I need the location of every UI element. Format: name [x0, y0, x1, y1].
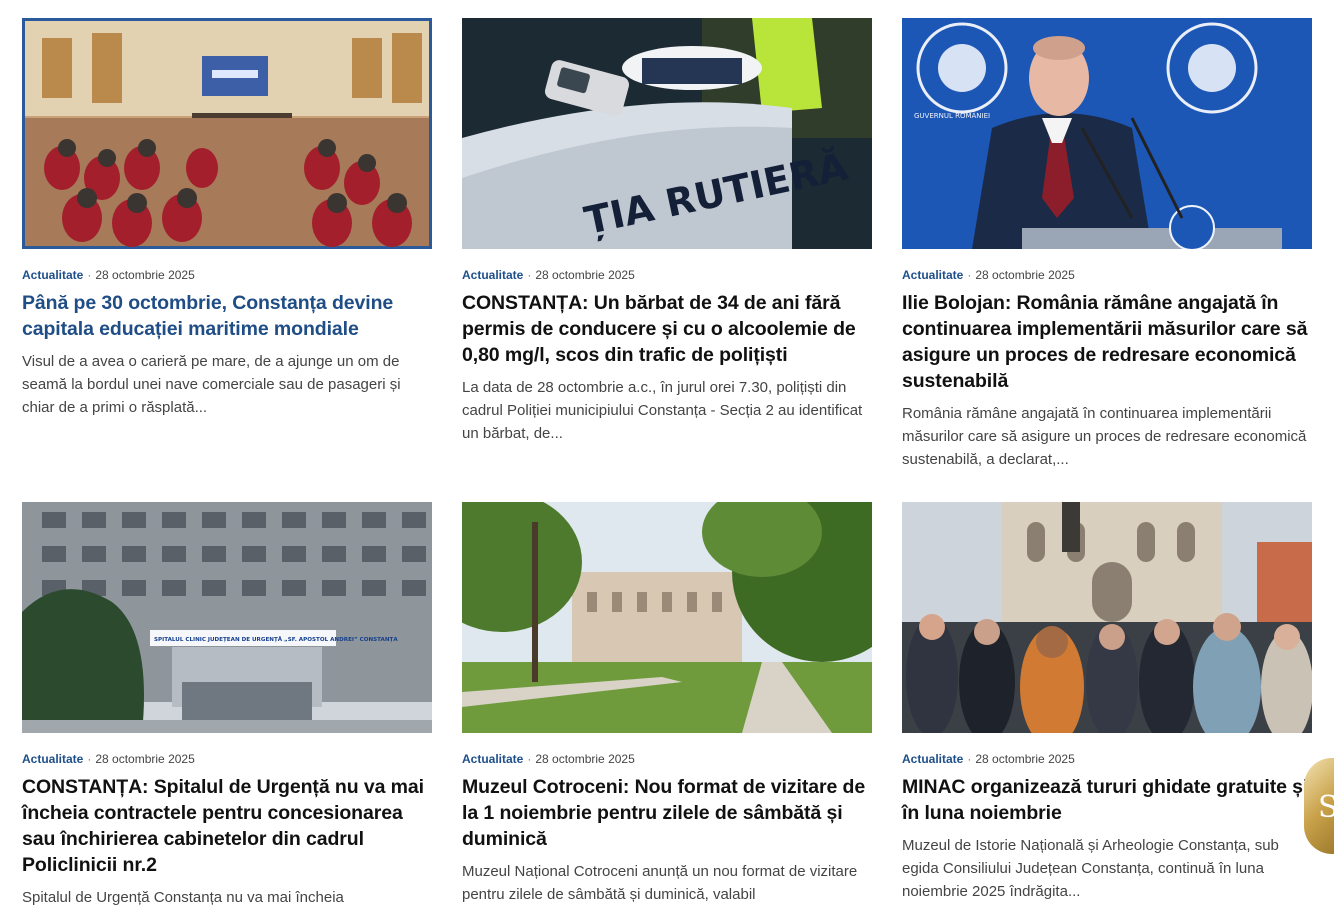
meta-separator: · — [967, 752, 972, 766]
card-image-guided-tour[interactable] — [902, 502, 1312, 733]
card-meta: Actualitate · 28 octombrie 2025 — [462, 268, 872, 282]
meta-separator: · — [967, 268, 972, 282]
category-link[interactable]: Actualitate — [462, 752, 523, 766]
article-title[interactable]: CONSTANȚA: Spitalul de Urgență nu va mai… — [22, 774, 432, 878]
badge-icon: S — [1318, 790, 1334, 825]
article-excerpt: Muzeul Național Cotroceni anunță un nou … — [462, 863, 858, 903]
card-meta: Actualitate · 28 octombrie 2025 — [462, 752, 872, 766]
article-excerpt: Spitalul de Urgență Constanța nu va mai … — [22, 889, 344, 906]
meta-separator: · — [527, 268, 532, 282]
meta-separator: · — [527, 752, 532, 766]
news-card: GUVERNUL ROMÂNIEI Actualitate · 28 octombr… — [902, 18, 1312, 471]
card-image-conference-hall[interactable] — [22, 18, 432, 249]
award-badge[interactable]: S — [1304, 758, 1334, 854]
article-excerpt: La data de 28 octombrie a.c., în jurul o… — [462, 379, 863, 442]
article-title[interactable]: MINAC organizează tururi ghidate gratuit… — [902, 774, 1312, 826]
publish-date: 28 octombrie 2025 — [95, 268, 195, 282]
article-title[interactable]: Ilie Bolojan: România rămâne angajată în… — [902, 290, 1312, 394]
card-meta: Actualitate · 28 octombrie 2025 — [902, 268, 1312, 282]
article-title[interactable]: Muzeul Cotroceni: Nou format de vizitare… — [462, 774, 872, 852]
image-text-hospital-sign: SPITALUL CLINIC JUDEȚEAN DE URGENȚĂ „SF.… — [154, 636, 398, 643]
card-meta: Actualitate · 28 octombrie 2025 — [22, 268, 432, 282]
publish-date: 28 octombrie 2025 — [535, 268, 635, 282]
publish-date: 28 octombrie 2025 — [535, 752, 635, 766]
card-meta: Actualitate · 28 octombrie 2025 — [902, 752, 1312, 766]
publish-date: 28 octombrie 2025 — [975, 268, 1075, 282]
category-link[interactable]: Actualitate — [22, 752, 83, 766]
card-image-police-car[interactable]: ȚIA RUTIERĂ — [462, 18, 872, 249]
card-meta: Actualitate · 28 octombrie 2025 — [22, 752, 432, 766]
news-card: Actualitate · 28 octombrie 2025 Muzeul Cot… — [462, 502, 872, 906]
card-image-press-conference[interactable]: GUVERNUL ROMÂNIEI — [902, 18, 1312, 249]
category-link[interactable]: Actualitate — [902, 268, 963, 282]
category-link[interactable]: Actualitate — [462, 268, 523, 282]
news-card: Actualitate · 28 octombrie 2025 MINAC orga… — [902, 502, 1312, 903]
card-image-museum-garden[interactable] — [462, 502, 872, 733]
article-title[interactable]: Până pe 30 octombrie, Constanța devine c… — [22, 290, 432, 342]
article-title[interactable]: CONSTANȚA: Un bărbat de 34 de ani fără p… — [462, 290, 872, 368]
card-image-hospital[interactable]: SPITALUL CLINIC JUDEȚEAN DE URGENȚĂ „SF.… — [22, 502, 432, 733]
news-card: SPITALUL CLINIC JUDEȚEAN DE URGENȚĂ „SF.… — [22, 502, 432, 909]
meta-separator: · — [87, 268, 92, 282]
article-excerpt: Muzeul de Istorie Națională și Arheologi… — [902, 837, 1279, 900]
image-text-seal: GUVERNUL ROMÂNIEI — [914, 111, 990, 120]
article-excerpt: România rămâne angajată în continuarea i… — [902, 405, 1307, 468]
meta-separator: · — [87, 752, 92, 766]
publish-date: 28 octombrie 2025 — [95, 752, 195, 766]
category-link[interactable]: Actualitate — [22, 268, 83, 282]
category-link[interactable]: Actualitate — [902, 752, 963, 766]
news-card: Actualitate · 28 octombrie 2025 Până pe 30… — [22, 18, 432, 419]
publish-date: 28 octombrie 2025 — [975, 752, 1075, 766]
news-card: ȚIA RUTIERĂ Actualitate · 28 octombrie 202… — [462, 18, 872, 445]
article-excerpt: Visul de a avea o carieră pe mare, de a … — [22, 353, 401, 416]
